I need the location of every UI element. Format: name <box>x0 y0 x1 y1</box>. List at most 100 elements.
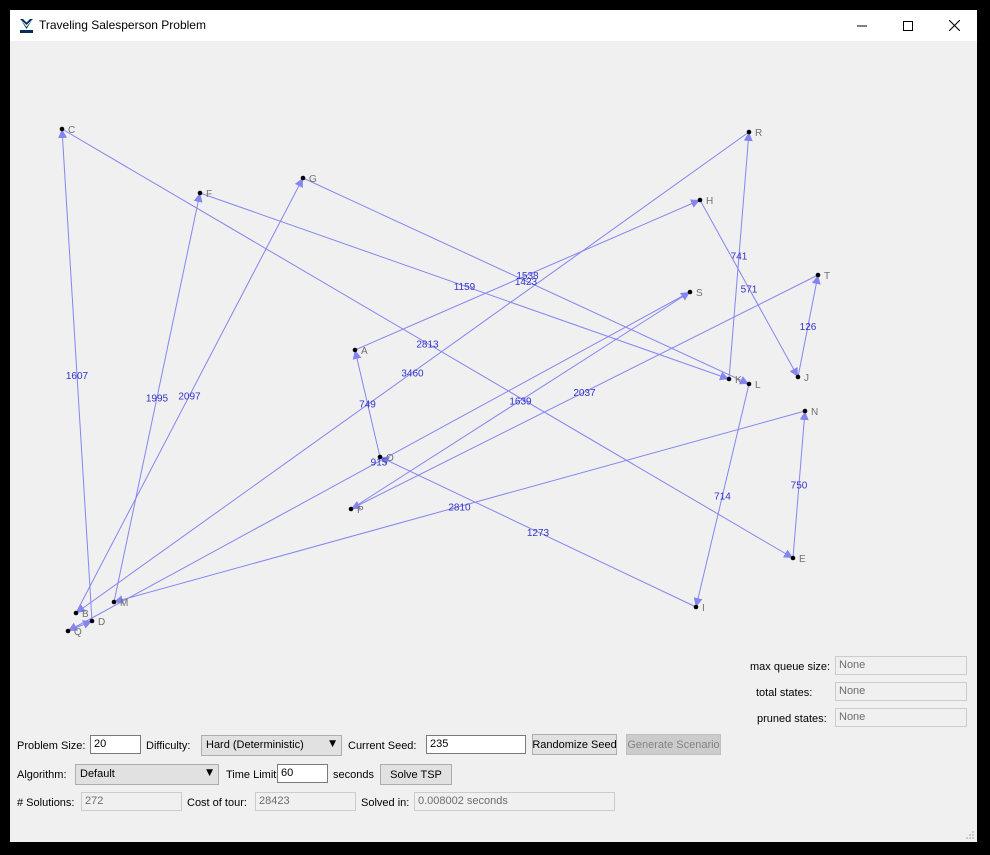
city-label-F: F <box>206 189 212 200</box>
tsp-window: Traveling Salesperson Problem 2813 750 281… <box>10 10 977 842</box>
edge-cost-label: 2037 <box>573 388 596 399</box>
edge-cost-label: 571 <box>741 285 758 296</box>
resize-grip-icon[interactable] <box>965 830 975 840</box>
edges-layer: 2813750281019951159741346020971423714127… <box>58 128 821 632</box>
city-label-H: H <box>706 196 713 207</box>
city-label-K: K <box>735 375 742 386</box>
city-label-P: P <box>357 505 364 516</box>
total-states-field[interactable]: None <box>835 682 967 701</box>
edge-cost-label: 1273 <box>527 528 550 539</box>
minimize-icon <box>857 25 867 26</box>
max-queue-field[interactable]: None <box>835 656 967 675</box>
cost-of-tour-field[interactable]: 28423 <box>255 792 356 811</box>
chevron-down-icon: ▼ <box>206 768 213 778</box>
city-point-C <box>59 126 65 132</box>
pruned-states-label: pruned states: <box>757 713 827 725</box>
city-label-E: E <box>799 554 806 565</box>
city-label-T: T <box>824 271 830 282</box>
edge-cost-label: 1607 <box>66 371 89 382</box>
generate-scenario-button[interactable]: Generate Scenario <box>626 734 721 755</box>
city-point-G <box>300 175 306 181</box>
edge-cost-label: 126 <box>800 322 817 333</box>
city-label-B: B <box>82 609 89 620</box>
time-limit-label: Time Limit <box>226 769 277 781</box>
city-point-A <box>352 347 358 353</box>
solutions-field[interactable]: 272 <box>81 792 182 811</box>
problem-size-label: Problem Size: <box>17 740 86 752</box>
edge-cost-label: 1995 <box>146 394 169 405</box>
solutions-label: # Solutions: <box>17 797 75 809</box>
city-point-H <box>697 197 703 203</box>
city-point-S <box>687 289 693 295</box>
city-label-R: R <box>755 128 762 139</box>
seconds-label: seconds <box>333 769 374 781</box>
max-queue-label: max queue size: <box>750 661 831 673</box>
close-icon <box>948 20 960 31</box>
cost-of-tour-label: Cost of tour: <box>187 797 247 809</box>
city-label-A: A <box>361 346 368 357</box>
city-point-P <box>348 506 354 512</box>
city-point-O <box>377 454 383 460</box>
edge-cost-label: 749 <box>359 400 376 411</box>
algorithm-value: Default <box>80 768 115 780</box>
city-point-I <box>693 604 699 610</box>
city-label-O: O <box>386 453 394 464</box>
edge-cost-label: 714 <box>714 492 731 503</box>
city-point-L <box>746 381 752 387</box>
edge-cost-label: 2097 <box>178 392 201 403</box>
city-label-J: J <box>804 373 809 384</box>
city-label-N: N <box>811 407 818 418</box>
city-label-I: I <box>702 603 705 614</box>
solve-tsp-button[interactable]: Solve TSP <box>380 764 452 785</box>
close-button[interactable] <box>931 10 977 41</box>
time-limit-input[interactable]: 60 <box>277 764 328 783</box>
city-label-M: M <box>120 598 128 609</box>
city-label-G: G <box>309 174 317 185</box>
city-point-J <box>795 374 801 380</box>
window-title: Traveling Salesperson Problem <box>39 18 206 32</box>
maximize-icon <box>903 20 913 31</box>
chevron-down-icon: ▼ <box>329 739 336 749</box>
difficulty-value: Hard (Deterministic) <box>206 739 304 751</box>
city-label-L: L <box>755 380 761 391</box>
current-seed-label: Current Seed: <box>348 740 417 752</box>
randomize-seed-button[interactable]: Randomize Seed <box>532 734 617 755</box>
total-states-label: total states: <box>756 687 813 699</box>
city-point-D <box>89 618 95 624</box>
seed-input[interactable]: 235 <box>426 735 526 754</box>
city-point-Q <box>65 628 71 634</box>
title-bar[interactable]: Traveling Salesperson Problem <box>10 10 977 41</box>
city-point-N <box>802 408 808 414</box>
city-label-C: C <box>68 125 75 136</box>
solved-in-field[interactable]: 0.008002 seconds <box>414 792 615 811</box>
edge-cost-label: 2813 <box>416 340 439 351</box>
city-point-E <box>790 555 796 561</box>
app-logo-icon <box>18 17 35 34</box>
problem-size-input[interactable]: 20 <box>90 735 141 754</box>
tour-canvas: 2813750281019951159741346020971423714127… <box>58 125 830 638</box>
minimize-button[interactable] <box>839 10 885 41</box>
city-label-Q: Q <box>74 627 82 638</box>
city-point-M <box>111 599 117 605</box>
city-point-T <box>815 272 821 278</box>
edge-cost-label: 1639 <box>509 397 532 408</box>
edge-cost-label: 1159 <box>454 282 476 293</box>
pruned-states-field[interactable]: None <box>835 708 967 727</box>
difficulty-select[interactable]: Hard (Deterministic) ▼ <box>201 735 342 756</box>
edge-cost-label: 2810 <box>448 503 471 514</box>
algorithm-label: Algorithm: <box>17 769 67 781</box>
city-point-F <box>197 190 203 196</box>
edge-cost-label: 750 <box>791 481 808 492</box>
cities-layer: C F G R H T S A K L J N O P E I M BD Q <box>59 125 830 638</box>
city-point-K <box>726 376 732 382</box>
maximize-button[interactable] <box>885 10 931 41</box>
difficulty-label: Difficulty: <box>146 740 191 752</box>
city-label-D: D <box>98 617 105 628</box>
city-point-R <box>746 129 752 135</box>
edge-cost-label: 3460 <box>401 369 424 380</box>
edge-cost-label: 1538 <box>516 271 539 282</box>
city-point-B <box>73 610 79 616</box>
solved-in-label: Solved in: <box>361 797 410 809</box>
algorithm-select[interactable]: Default ▼ <box>75 764 219 785</box>
city-label-S: S <box>696 288 703 299</box>
